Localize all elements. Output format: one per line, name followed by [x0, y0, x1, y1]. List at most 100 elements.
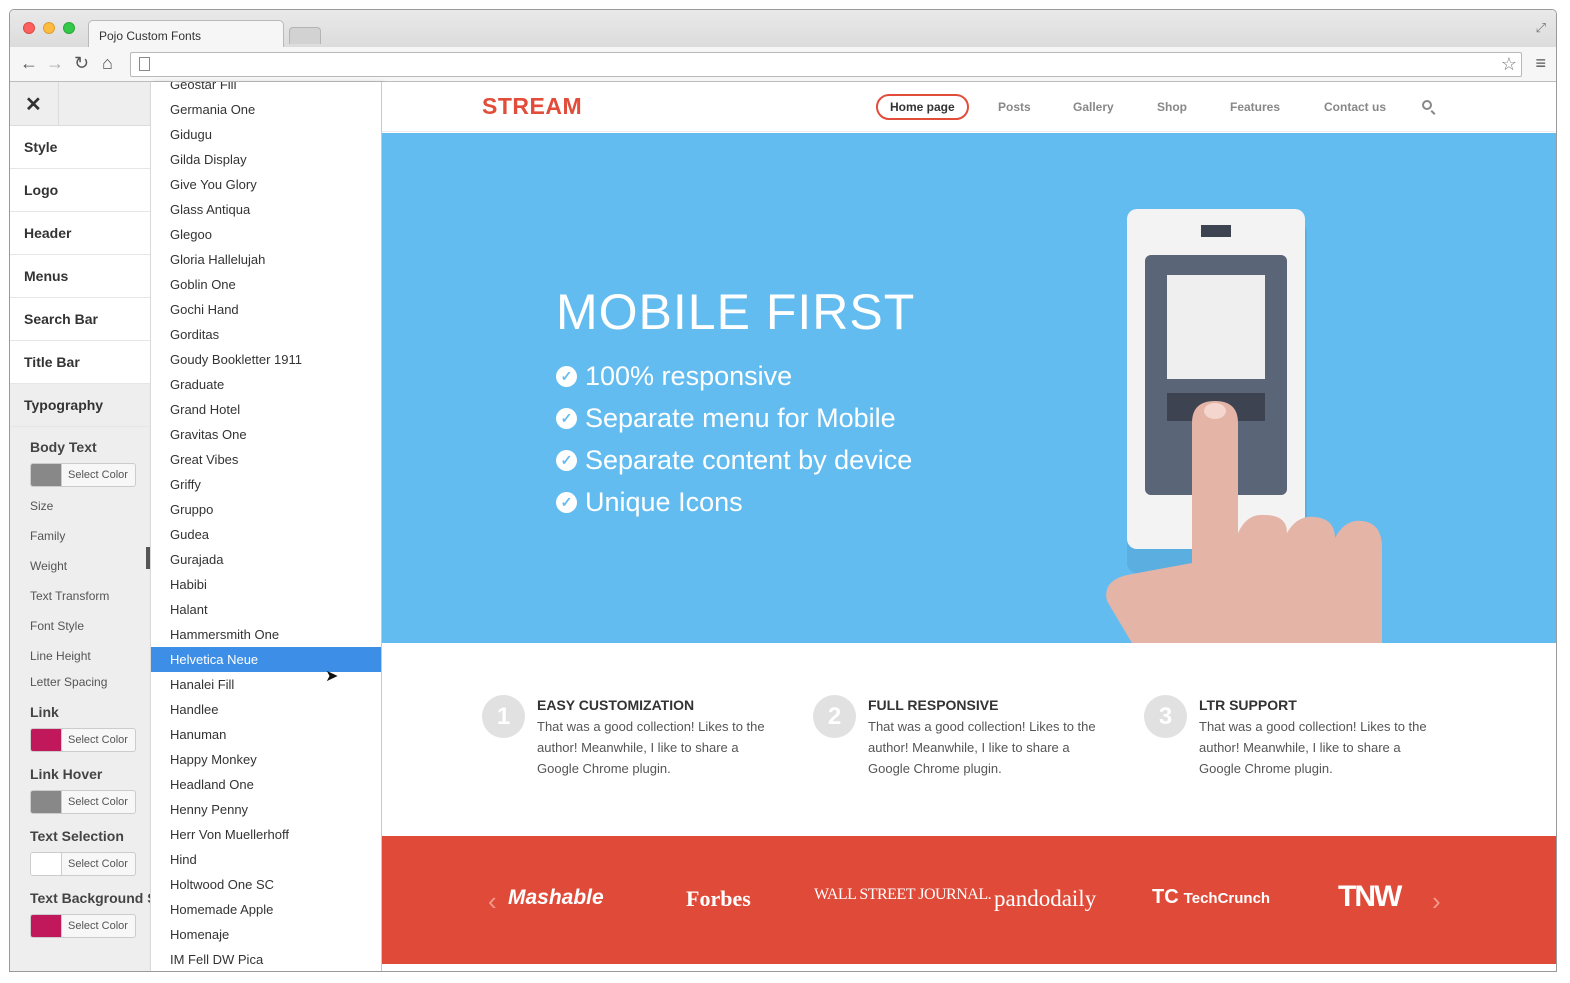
prop-text-transform[interactable]: Text Transform	[30, 585, 150, 615]
font-family-dropdown[interactable]: IM Fell DW Pica Homenaje Homemade Apple Hol…	[151, 82, 382, 971]
font-option[interactable]: Homemade Apple	[151, 897, 381, 922]
color-swatch	[31, 853, 62, 875]
section-logo[interactable]: Logo	[10, 169, 150, 212]
bookmark-star-icon[interactable]: ☆	[1501, 54, 1517, 75]
select-color-label: Select Color	[68, 796, 128, 808]
close-icon[interactable]: ✕	[25, 92, 42, 117]
font-option[interactable]: Habibi	[151, 572, 381, 597]
hero-title: MOBILE FIRST	[556, 284, 916, 340]
font-option[interactable]: Gidugu	[151, 122, 381, 147]
prop-line-height[interactable]: Line Height	[30, 645, 150, 671]
reload-icon[interactable]: ↻	[74, 53, 89, 73]
font-option[interactable]: Give You Glory	[151, 172, 381, 197]
prop-family[interactable]: Family	[30, 525, 150, 555]
nav-posts[interactable]: Posts	[998, 100, 1031, 114]
color-swatch	[31, 464, 62, 486]
phone-hand-illustration	[1106, 209, 1382, 643]
section-search-bar[interactable]: Search Bar	[10, 298, 150, 341]
new-tab-button[interactable]	[289, 27, 321, 44]
font-option[interactable]: Herr Von Muellerhoff	[151, 822, 381, 847]
font-option[interactable]: Hammersmith One	[151, 622, 381, 647]
font-option[interactable]: Gudea	[151, 522, 381, 547]
nav-features[interactable]: Features	[1230, 100, 1280, 114]
font-option[interactable]: Helvetica Neue	[151, 647, 381, 672]
press-logos-bar: ‹ Mashable Forbes WALL STREET JOURNAL. p…	[382, 836, 1556, 964]
font-option[interactable]: Homenaje	[151, 922, 381, 947]
font-option[interactable]: Gurajada	[151, 547, 381, 572]
nav-gallery[interactable]: Gallery	[1073, 100, 1114, 114]
link-color-picker[interactable]: Select Color	[30, 728, 136, 752]
text-selection-color-picker[interactable]: Select Color	[30, 852, 136, 876]
font-option[interactable]: Happy Monkey	[151, 747, 381, 772]
features-section: 1 EASY CUSTOMIZATION That was a good col…	[382, 643, 1556, 836]
font-option[interactable]: Germania One	[151, 97, 381, 122]
font-option[interactable]: Geostar Fill	[151, 82, 381, 97]
font-option[interactable]: Headland One	[151, 772, 381, 797]
hero-bullet: ✓ Separate menu for Mobile	[556, 403, 896, 434]
section-title-bar[interactable]: Title Bar	[10, 341, 150, 384]
site-logo[interactable]: STREAM	[482, 93, 582, 120]
font-option[interactable]: Goblin One	[151, 272, 381, 297]
font-option[interactable]: Hanalei Fill	[151, 672, 381, 697]
font-option[interactable]: Henny Penny	[151, 797, 381, 822]
address-bar[interactable]: ☆	[130, 52, 1522, 77]
prop-font-style[interactable]: Font Style	[30, 615, 150, 645]
font-option[interactable]: Gruppo	[151, 497, 381, 522]
feature-text: That was a good collection! Likes to the…	[537, 719, 765, 776]
nav-home[interactable]: Home page	[876, 94, 969, 120]
font-option[interactable]: Griffy	[151, 472, 381, 497]
nav-shop[interactable]: Shop	[1157, 100, 1187, 114]
prop-weight[interactable]: Weight	[30, 555, 150, 585]
browser-tab[interactable]: Pojo Custom Fonts	[88, 20, 284, 48]
font-option[interactable]: Glegoo	[151, 222, 381, 247]
zoom-window-button[interactable]	[63, 22, 75, 34]
close-window-button[interactable]	[23, 22, 35, 34]
section-typography[interactable]: Typography	[10, 384, 150, 427]
body-text-color-picker[interactable]: Select Color	[30, 463, 136, 487]
font-option[interactable]: Great Vibes	[151, 447, 381, 472]
font-option[interactable]: Handlee	[151, 697, 381, 722]
font-option[interactable]: Grand Hotel	[151, 397, 381, 422]
browser-toolbar: ← → ↻ ⌂ ☆ ≡	[10, 47, 1556, 82]
prop-letter-spacing[interactable]: Letter Spacing	[30, 671, 150, 701]
font-option[interactable]: Gorditas	[151, 322, 381, 347]
font-option[interactable]: Gilda Display	[151, 147, 381, 172]
tab-title: Pojo Custom Fonts	[99, 29, 202, 43]
page-icon	[139, 57, 150, 71]
browser-window: Pojo Custom Fonts ⤢ ← → ↻ ⌂ ☆ ≡ ✕ Style …	[9, 9, 1557, 972]
forward-icon[interactable]: →	[46, 53, 64, 73]
select-color-label: Select Color	[68, 734, 128, 746]
prev-arrow-icon[interactable]: ‹	[488, 886, 497, 917]
search-icon[interactable]	[1422, 100, 1432, 110]
font-option[interactable]: Hanuman	[151, 722, 381, 747]
select-color-label: Select Color	[68, 469, 128, 481]
link-hover-color-picker[interactable]: Select Color	[30, 790, 136, 814]
link-hover-group: Link Hover Select Color	[10, 760, 150, 814]
section-menus[interactable]: Menus	[10, 255, 150, 298]
font-option[interactable]: Gravitas One	[151, 422, 381, 447]
minimize-window-button[interactable]	[43, 22, 55, 34]
font-option[interactable]: Graduate	[151, 372, 381, 397]
nav-contact[interactable]: Contact us	[1324, 100, 1386, 114]
feature-text: That was a good collection! Likes to the…	[868, 719, 1096, 776]
link-group: Link Select Color	[10, 701, 150, 752]
font-option[interactable]: Hind	[151, 847, 381, 872]
font-option[interactable]: Goudy Bookletter 1911	[151, 347, 381, 372]
browser-menu-icon[interactable]: ≡	[1535, 53, 1546, 74]
section-style[interactable]: Style	[10, 126, 150, 169]
font-option[interactable]: Halant	[151, 597, 381, 622]
font-option[interactable]: Gochi Hand	[151, 297, 381, 322]
text-background-color-picker[interactable]: Select Color	[30, 914, 136, 938]
prop-size[interactable]: Size	[30, 495, 150, 525]
next-arrow-icon[interactable]: ›	[1432, 886, 1441, 917]
font-option[interactable]: Gloria Hallelujah	[151, 247, 381, 272]
font-option[interactable]: Holtwood One SC	[151, 872, 381, 897]
fullscreen-icon[interactable]: ⤢	[1536, 20, 1546, 36]
home-icon[interactable]: ⌂	[102, 53, 113, 73]
body-text-group: Body Text Select Color Size Family Weigh…	[10, 427, 150, 701]
section-header[interactable]: Header	[10, 212, 150, 255]
check-icon: ✓	[556, 408, 577, 429]
back-icon[interactable]: ←	[20, 53, 38, 73]
font-option[interactable]: Glass Antiqua	[151, 197, 381, 222]
font-option[interactable]: IM Fell DW Pica	[151, 947, 381, 971]
